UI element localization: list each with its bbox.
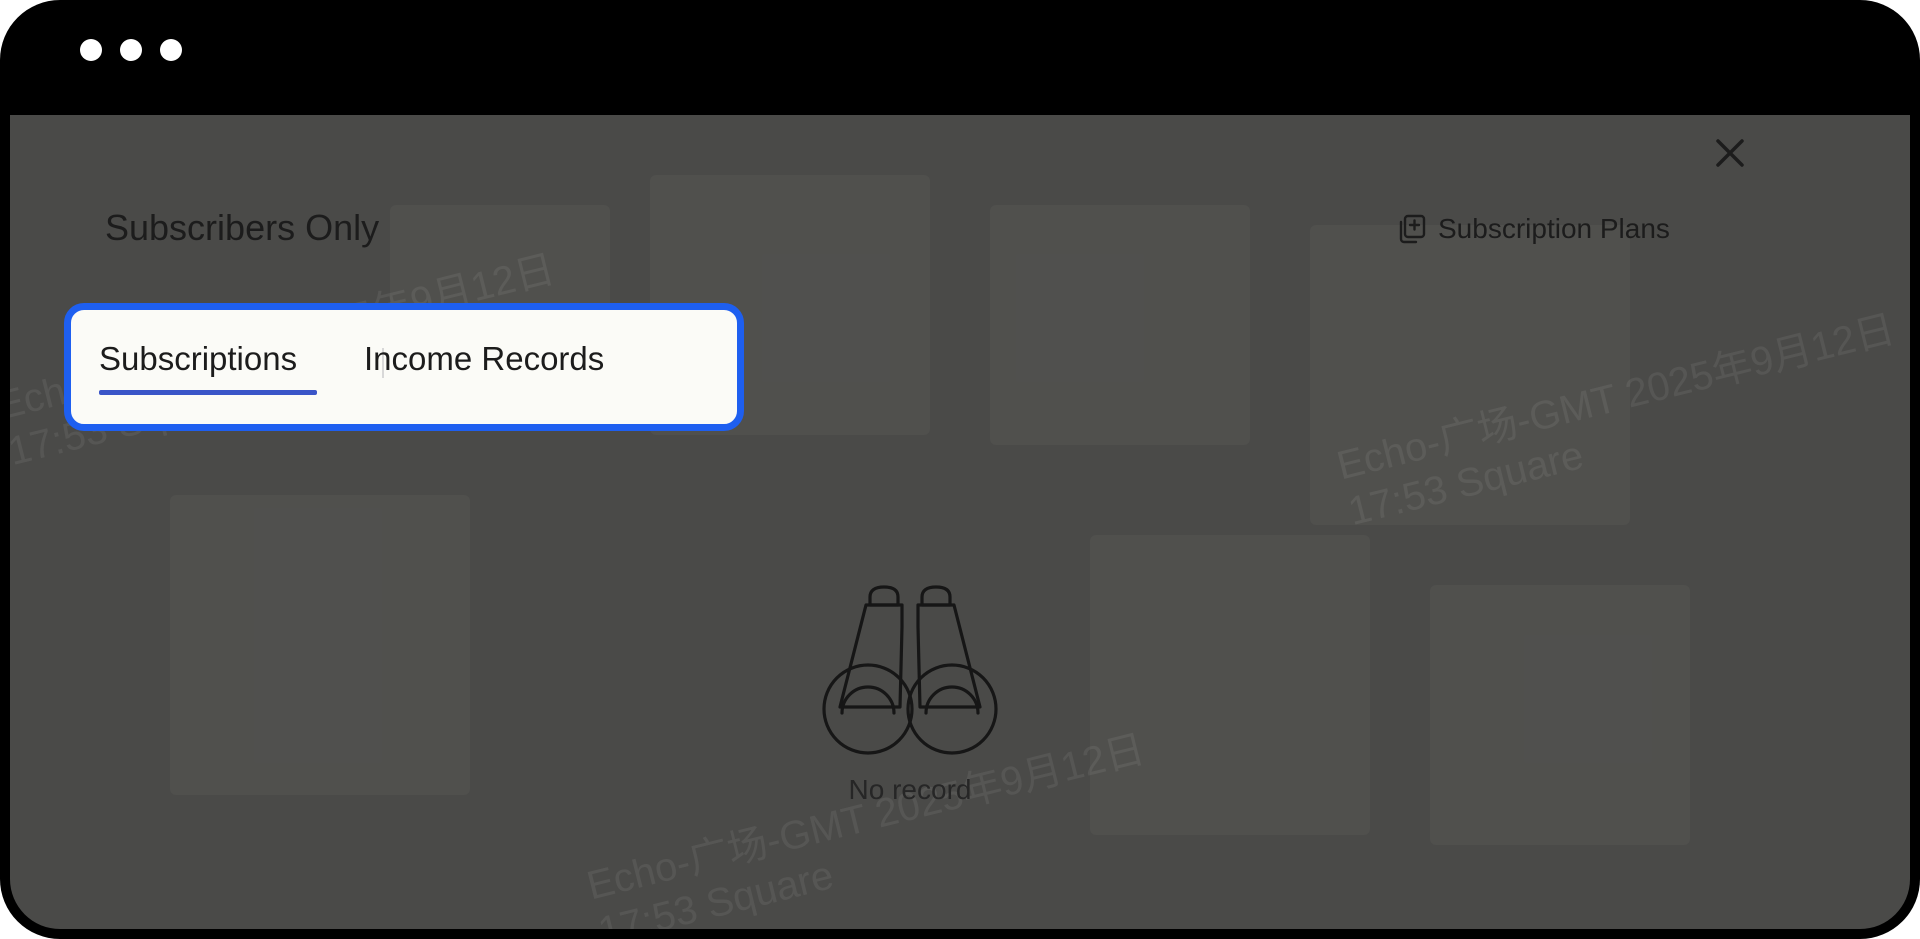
window-dot [160,39,182,61]
empty-state-text: No record [848,774,972,805]
empty-state: No record [800,585,1020,806]
close-icon [1716,139,1744,167]
window-dot [120,39,142,61]
tab-bar: Subscriptions Income Records [64,303,744,431]
background-tile [1430,585,1690,845]
active-tab-indicator [99,390,317,395]
device-frame: Echo-广场-GMT 2025年9月12日 17:53 Square Echo… [0,0,1920,939]
background-tile [990,205,1250,445]
subscription-plans-link[interactable]: Subscription Plans [1396,213,1670,245]
tab-subscriptions[interactable]: Subscriptions [99,340,297,378]
binoculars-icon [822,585,998,755]
window-title-bar [0,0,1920,115]
subscription-plans-icon [1399,214,1426,244]
subscription-plans-label: Subscription Plans [1438,213,1670,244]
close-button[interactable] [1710,133,1750,173]
tab-income-records[interactable]: Income Records [364,340,604,378]
window-dot [80,39,102,61]
dialog-overlay: Echo-广场-GMT 2025年9月12日 17:53 Square Echo… [10,115,1910,929]
page-title: Subscribers Only [105,207,380,248]
background-tile [170,495,470,795]
